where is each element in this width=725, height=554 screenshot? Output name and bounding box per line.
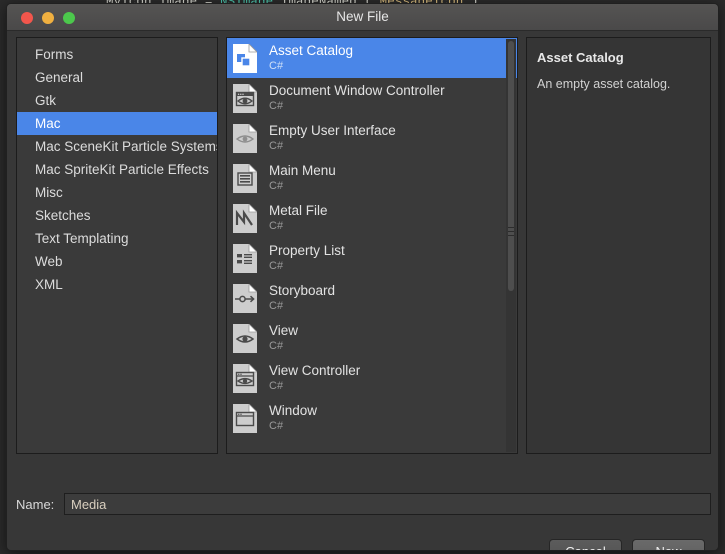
template-item-language: C# [269,380,284,393]
dialog-titlebar: New File [7,4,718,31]
template-item-labels: Document Window Controller C# [269,83,445,112]
category-list[interactable]: Forms General Gtk Mac Mac SceneKit Particle … [16,37,218,454]
category-item-mac-scenekit-particle-systems[interactable]: Mac SceneKit Particle Systems [17,135,217,158]
template-item-language: C# [269,60,284,73]
template-item-name: Asset Catalog [269,43,354,59]
template-item-language: C# [269,340,284,353]
template-item-property-list[interactable]: Property List C# [227,238,517,278]
template-item-language: C# [269,420,284,433]
asset-catalog-icon [232,42,260,74]
window-icon [232,402,260,434]
category-item-xml[interactable]: XML [17,273,217,296]
scrollbar-thumb[interactable] [508,41,514,291]
template-item-metal-file[interactable]: Metal File C# [227,198,517,238]
new-file-dialog: New File Forms General Gtk Mac Mac SceneKit … [6,3,719,551]
category-item-gtk[interactable]: Gtk [17,89,217,112]
category-item-misc[interactable]: Misc [17,181,217,204]
template-item-name: Metal File [269,203,328,219]
template-list-scroll: Asset Catalog C# Document Window Controlle… [227,38,517,453]
panes-container: Forms General Gtk Mac Mac SceneKit Particle … [16,37,711,454]
template-item-language: C# [269,300,284,313]
detail-title: Asset Catalog [537,50,624,65]
template-item-name: Window [269,403,318,419]
name-input[interactable] [64,493,711,515]
metal-file-icon [232,202,260,234]
template-item-document-window-controller[interactable]: Document Window Controller C# [227,78,517,118]
template-item-window[interactable]: Window C# [227,398,517,438]
template-item-labels: View Controller C# [269,363,360,392]
template-item-labels: Main Menu C# [269,163,336,192]
storyboard-icon [232,282,260,314]
view-controller-icon [232,362,260,394]
template-item-name: Empty User Interface [269,123,396,139]
template-item-language: C# [269,260,284,273]
template-item-storyboard[interactable]: Storyboard C# [227,278,517,318]
template-item-language: C# [269,180,284,193]
template-item-name: View Controller [269,363,361,379]
detail-description: An empty asset catalog. [537,77,671,91]
category-item-general[interactable]: General [17,66,217,89]
dialog-body: Forms General Gtk Mac Mac SceneKit Particle … [7,31,718,550]
category-item-forms[interactable]: Forms [17,43,217,66]
dialog-title: New File [336,9,389,24]
category-item-text-templating[interactable]: Text Templating [17,227,217,250]
template-item-labels: Empty User Interface C# [269,123,396,152]
scrollbar-grip-icon [508,224,514,238]
template-item-language: C# [269,220,284,233]
template-item-name: Storyboard [269,283,336,299]
category-item-sketches[interactable]: Sketches [17,204,217,227]
template-item-labels: Property List C# [269,243,345,272]
template-list[interactable]: Asset Catalog C# Document Window Controlle… [226,37,518,454]
name-label: Name: [16,496,55,512]
category-item-mac-spritekit-particle-effects[interactable]: Mac SpriteKit Particle Effects [17,158,217,181]
category-item-mac[interactable]: Mac [17,112,217,135]
property-list-icon [232,242,260,274]
template-item-name: Property List [269,243,345,259]
category-item-web[interactable]: Web [17,250,217,273]
new-button[interactable]: New [632,539,705,550]
empty-user-interface-icon [232,122,260,154]
template-item-empty-user-interface[interactable]: Empty User Interface C# [227,118,517,158]
template-item-name: Document Window Controller [269,83,445,99]
template-item-labels: Storyboard C# [269,283,335,312]
main-menu-icon [232,162,260,194]
cancel-button[interactable]: Cancel [549,539,622,550]
template-item-labels: Metal File C# [269,203,328,232]
template-item-name: Main Menu [269,163,336,179]
template-item-labels: Asset Catalog C# [269,43,353,72]
template-item-name: View [269,323,299,339]
template-item-language: C# [269,100,284,113]
template-item-main-menu[interactable]: Main Menu C# [227,158,517,198]
template-item-view[interactable]: View C# [227,318,517,358]
view-icon [232,322,260,354]
template-detail-panel: Asset Catalog An empty asset catalog. [526,37,711,454]
template-list-scrollbar[interactable] [506,39,516,452]
template-item-labels: View C# [269,323,298,352]
name-row: Name: [16,493,711,515]
template-item-labels: Window C# [269,403,317,432]
template-item-view-controller[interactable]: View Controller C# [227,358,517,398]
template-item-language: C# [269,140,284,153]
document-window-controller-icon [232,82,260,114]
dialog-footer: Cancel New [549,539,705,550]
template-item-asset-catalog[interactable]: Asset Catalog C# [227,38,517,78]
